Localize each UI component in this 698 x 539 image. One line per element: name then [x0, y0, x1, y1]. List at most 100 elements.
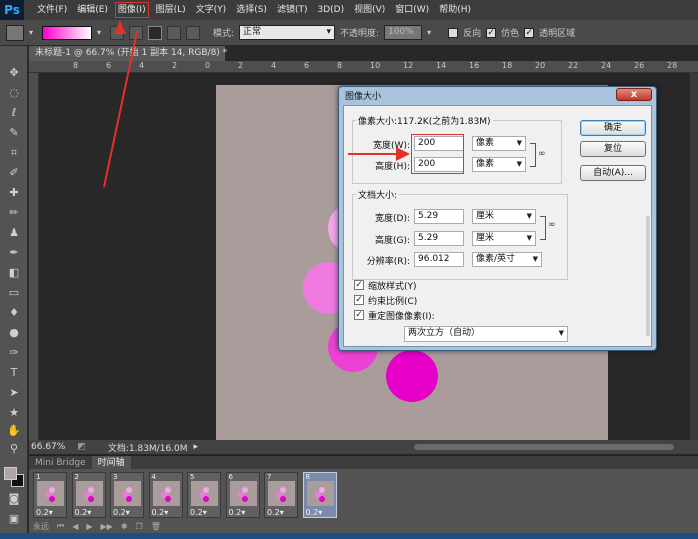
angle-gradient-button[interactable] — [148, 25, 162, 40]
clone-stamp-icon[interactable]: ♟ — [5, 226, 23, 240]
move-tool-icon[interactable]: ✥ — [5, 66, 23, 80]
opacity-input[interactable]: 100% — [384, 25, 423, 40]
timeline-frame[interactable]: 3 0.2▾ — [110, 472, 144, 518]
menu-filter[interactable]: 滤镜(T) — [272, 0, 313, 20]
chevron-right-icon[interactable]: ▸ — [194, 442, 199, 452]
menu-window[interactable]: 窗口(W) — [390, 0, 434, 20]
prev-frame-icon[interactable]: ◀ — [72, 522, 78, 531]
reverse-checkbox[interactable] — [448, 27, 459, 38]
doc-width-unit-select[interactable]: 厘米 — [472, 209, 536, 224]
resolution-input[interactable]: 96.012 — [414, 252, 464, 267]
blur-tool-icon[interactable]: ♦ — [5, 306, 23, 320]
hand-tool-icon[interactable]: ✋ — [5, 424, 23, 438]
ruler-number: 8 — [73, 61, 79, 70]
eyedropper-tool-icon[interactable]: ✐ — [5, 166, 23, 180]
chevron-down-icon[interactable]: ▾ — [29, 26, 37, 40]
quick-mask-icon[interactable]: ◙ — [5, 492, 23, 506]
dither-checkbox[interactable]: ✓ — [486, 27, 497, 38]
timeline-frame[interactable]: 1 0.2▾ — [33, 472, 67, 518]
menu-3d[interactable]: 3D(D) — [312, 0, 349, 20]
foreground-color-swatch[interactable] — [4, 467, 17, 480]
path-select-icon[interactable]: ➤ — [5, 386, 23, 400]
constrain-proportions-label: 约束比例(C) — [368, 297, 418, 307]
document-tab[interactable]: 未标题-1 @ 66.7% (开始 1 副本 14, RGB/8) * — [29, 46, 227, 61]
scale-styles-checkbox[interactable]: ✓ — [354, 280, 364, 290]
timeline-frame[interactable]: 6 0.2▾ — [225, 472, 260, 518]
lasso-tool-icon[interactable]: ℓ — [5, 106, 23, 120]
reset-button[interactable]: 复位 — [580, 141, 646, 157]
eraser-tool-icon[interactable]: ◧ — [5, 266, 23, 280]
menu-help[interactable]: 帮助(H) — [434, 0, 476, 20]
status-icon[interactable]: ◩ — [77, 442, 86, 452]
healing-brush-icon[interactable]: ✚ — [5, 186, 23, 200]
menu-view[interactable]: 视图(V) — [349, 0, 390, 20]
height-unit-select[interactable]: 像素 — [472, 157, 526, 172]
history-brush-icon[interactable]: ✒ — [5, 246, 23, 260]
zoom-tool-icon[interactable]: ⚲ — [5, 442, 23, 456]
width-unit-select[interactable]: 像素 — [472, 136, 526, 151]
marquee-tool-icon[interactable]: ◌ — [5, 86, 23, 100]
resample-method-select[interactable]: 两次立方（自动） — [404, 326, 568, 342]
horizontal-scrollbar[interactable] — [414, 444, 674, 450]
ruler-number: 26 — [634, 61, 645, 70]
delete-frame-icon[interactable]: 🗑 — [151, 522, 161, 531]
menu-select[interactable]: 选择(S) — [231, 0, 272, 20]
reflected-gradient-button[interactable] — [167, 25, 181, 40]
auto-button[interactable]: 自动(A)... — [580, 165, 646, 181]
resolution-unit-select[interactable]: 像素/英寸 — [472, 252, 542, 267]
quick-select-tool-icon[interactable]: ✎ — [5, 126, 23, 140]
dodge-tool-icon[interactable]: ● — [5, 326, 23, 340]
frame-delay-select[interactable]: 0.2▾ — [113, 508, 130, 517]
pen-tool-icon[interactable]: ✑ — [5, 346, 23, 360]
close-button[interactable]: x — [616, 88, 652, 101]
tab-timeline[interactable]: 时间轴 — [91, 456, 131, 469]
type-tool-icon[interactable]: T — [5, 366, 23, 380]
tween-icon[interactable]: ✱ — [121, 522, 128, 531]
frame-delay-select[interactable]: 0.2▾ — [306, 508, 323, 517]
frame-delay-select[interactable]: 0.2▾ — [229, 508, 246, 517]
zoom-level[interactable]: 66.67% — [31, 442, 65, 452]
menu-layer[interactable]: 图层(L) — [151, 0, 191, 20]
shape-tool-icon[interactable]: ★ — [5, 406, 23, 420]
resample-checkbox[interactable]: ✓ — [354, 310, 364, 320]
crop-tool-icon[interactable]: ⌗ — [5, 146, 23, 160]
constrain-proportions-checkbox[interactable]: ✓ — [354, 295, 364, 305]
menu-file[interactable]: 文件(F) — [32, 0, 72, 20]
play-icon[interactable]: ▶ — [86, 522, 92, 531]
vertical-scrollbar[interactable] — [690, 73, 698, 440]
dialog-body: 像素大小:117.2K(之前为1.83M) 宽度(W): 200 像素 高度(H… — [343, 105, 652, 347]
next-frame-icon[interactable]: ▶▶ — [101, 522, 113, 531]
loop-options[interactable]: 永远 — [33, 521, 49, 532]
first-frame-icon[interactable]: ⏮ — [57, 521, 64, 531]
timeline-frame[interactable]: 8 0.2▾ — [302, 472, 337, 518]
mode-select[interactable]: 正常 ▾ — [239, 25, 336, 40]
diamond-gradient-button[interactable] — [186, 25, 200, 40]
menu-image[interactable]: 图像(I) — [113, 0, 151, 20]
frame-delay-select[interactable]: 0.2▾ — [36, 508, 53, 517]
gradient-tool-icon[interactable]: ▭ — [5, 286, 23, 300]
timeline-frame[interactable]: 5 0.2▾ — [187, 472, 221, 518]
chevron-down-icon[interactable]: ▾ — [427, 26, 435, 40]
transparency-checkbox[interactable]: ✓ — [524, 27, 535, 38]
gradient-preview[interactable] — [42, 25, 92, 40]
menu-edit[interactable]: 编辑(E) — [72, 0, 113, 20]
doc-height-input[interactable]: 5.29 — [414, 231, 464, 246]
document-size-label: 文档大小: — [356, 188, 400, 201]
timeline-frame[interactable]: 4 0.2▾ — [148, 472, 183, 518]
duplicate-frame-icon[interactable]: ❐ — [136, 522, 143, 531]
frame-delay-select[interactable]: 0.2▾ — [75, 508, 92, 517]
timeline-frame[interactable]: 2 0.2▾ — [71, 472, 106, 518]
ok-button[interactable]: 确定 — [580, 120, 646, 136]
tab-mini-bridge[interactable]: Mini Bridge — [29, 456, 92, 469]
frame-delay-select[interactable]: 0.2▾ — [152, 508, 169, 517]
chevron-down-icon[interactable]: ▾ — [97, 26, 105, 40]
brush-tool-icon[interactable]: ✏ — [5, 206, 23, 220]
doc-height-unit-select[interactable]: 厘米 — [472, 231, 536, 246]
screen-mode-icon[interactable]: ▣ — [5, 512, 23, 526]
frame-delay-select[interactable]: 0.2▾ — [267, 508, 284, 517]
tool-preset-picker[interactable] — [6, 24, 24, 41]
timeline-frame[interactable]: 7 0.2▾ — [264, 472, 298, 518]
frame-delay-select[interactable]: 0.2▾ — [190, 508, 207, 517]
menu-type[interactable]: 文字(Y) — [191, 0, 232, 20]
doc-width-input[interactable]: 5.29 — [414, 209, 464, 224]
